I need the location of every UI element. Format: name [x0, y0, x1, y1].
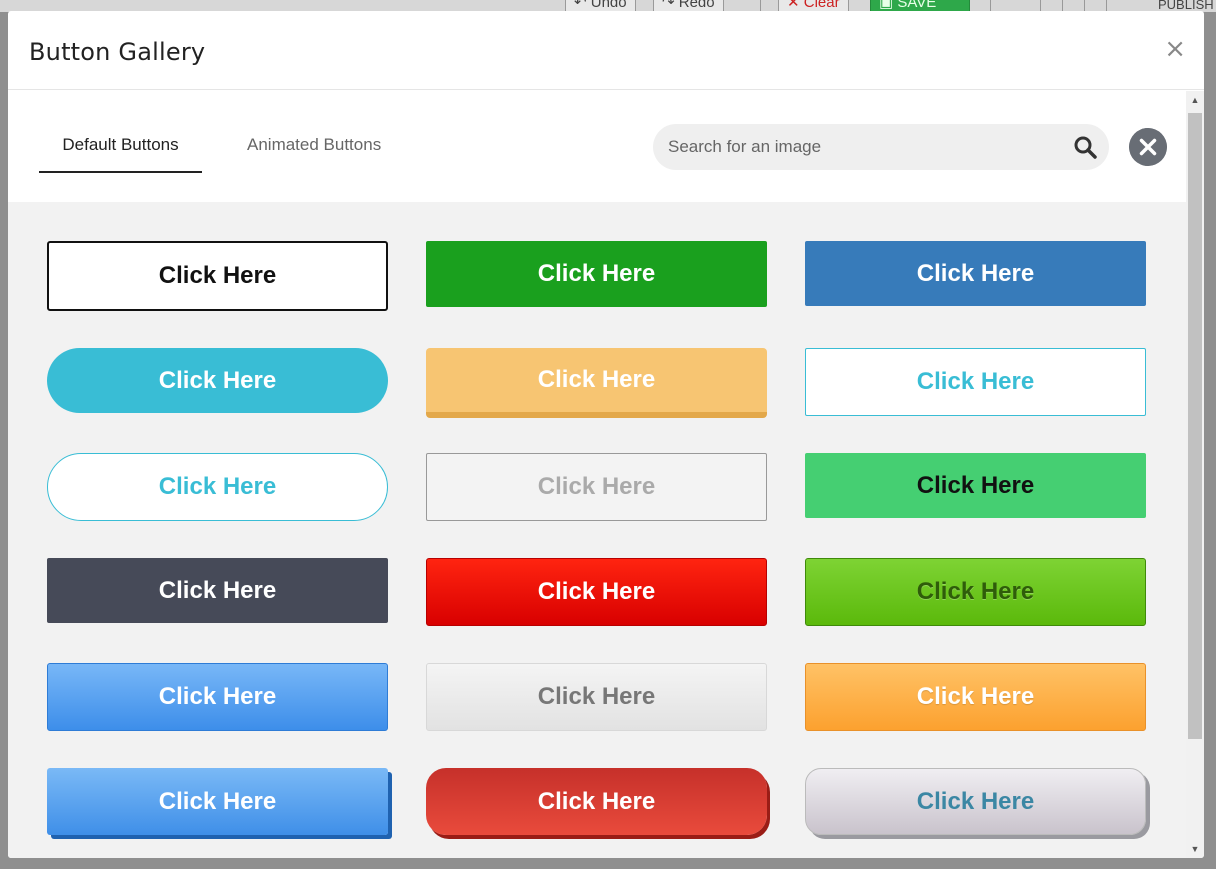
- gallery-button-light-green[interactable]: Click Here: [805, 453, 1146, 518]
- undo-label: Undo: [590, 0, 627, 11]
- scroll-up-arrow-icon[interactable]: ▲: [1186, 91, 1204, 109]
- gallery-button-blue-shadow[interactable]: Click Here: [47, 768, 388, 835]
- gallery-button-gray-outline[interactable]: Click Here: [426, 453, 767, 521]
- modal-content: Default Buttons Animated Buttons Search …: [8, 91, 1186, 858]
- tab-default-buttons[interactable]: Default Buttons: [39, 135, 202, 173]
- gallery-button-green[interactable]: Click Here: [426, 241, 767, 307]
- button-grid: Click Here Click Here Click Here Click H…: [8, 202, 1186, 858]
- search-box: [653, 124, 1109, 170]
- clear-circle-icon[interactable]: [1129, 128, 1167, 166]
- gallery-button-orange-3d[interactable]: Click Here: [426, 348, 767, 418]
- gallery-button-dark-slate[interactable]: Click Here: [47, 558, 388, 623]
- modal-header: Button Gallery ×: [8, 11, 1204, 90]
- search-icon[interactable]: [1073, 135, 1097, 159]
- close-icon[interactable]: ×: [1164, 35, 1186, 63]
- gallery-button-teal-outline-pill[interactable]: Click Here: [47, 453, 388, 521]
- gallery-button-blue[interactable]: Click Here: [805, 241, 1146, 306]
- gallery-button-teal-outline[interactable]: Click Here: [805, 348, 1146, 416]
- clear-label: Clear: [803, 0, 840, 11]
- gallery-button-red-gradient[interactable]: Click Here: [426, 558, 767, 626]
- gallery-button-silver-gradient[interactable]: Click Here: [426, 663, 767, 731]
- gallery-button-orange-gradient[interactable]: Click Here: [805, 663, 1146, 731]
- gallery-button-blue-gradient[interactable]: Click Here: [47, 663, 388, 731]
- redo-label: Redo: [678, 0, 715, 11]
- gallery-button-lime-gradient[interactable]: Click Here: [805, 558, 1146, 626]
- scroll-down-arrow-icon[interactable]: ▼: [1186, 840, 1204, 858]
- modal-title: Button Gallery: [29, 38, 206, 66]
- search-input[interactable]: [668, 124, 1058, 170]
- scrollbar-thumb[interactable]: [1188, 113, 1202, 739]
- gallery-button-red-rounded-shadow[interactable]: Click Here: [426, 768, 767, 835]
- tab-animated-buttons[interactable]: Animated Buttons: [247, 135, 381, 173]
- gallery-button-outline-black[interactable]: Click Here: [47, 241, 388, 311]
- gallery-button-teal-pill[interactable]: Click Here: [47, 348, 388, 413]
- tabs-row: Default Buttons Animated Buttons: [8, 91, 1186, 202]
- save-label: SAVE: [897, 0, 937, 11]
- modal-body: Default Buttons Animated Buttons Search …: [8, 91, 1204, 858]
- gallery-button-lavender-shadow[interactable]: Click Here: [805, 768, 1146, 835]
- button-gallery-modal: Button Gallery × Default Buttons Animate…: [8, 11, 1204, 858]
- vertical-scrollbar[interactable]: ▲ ▼: [1186, 91, 1204, 858]
